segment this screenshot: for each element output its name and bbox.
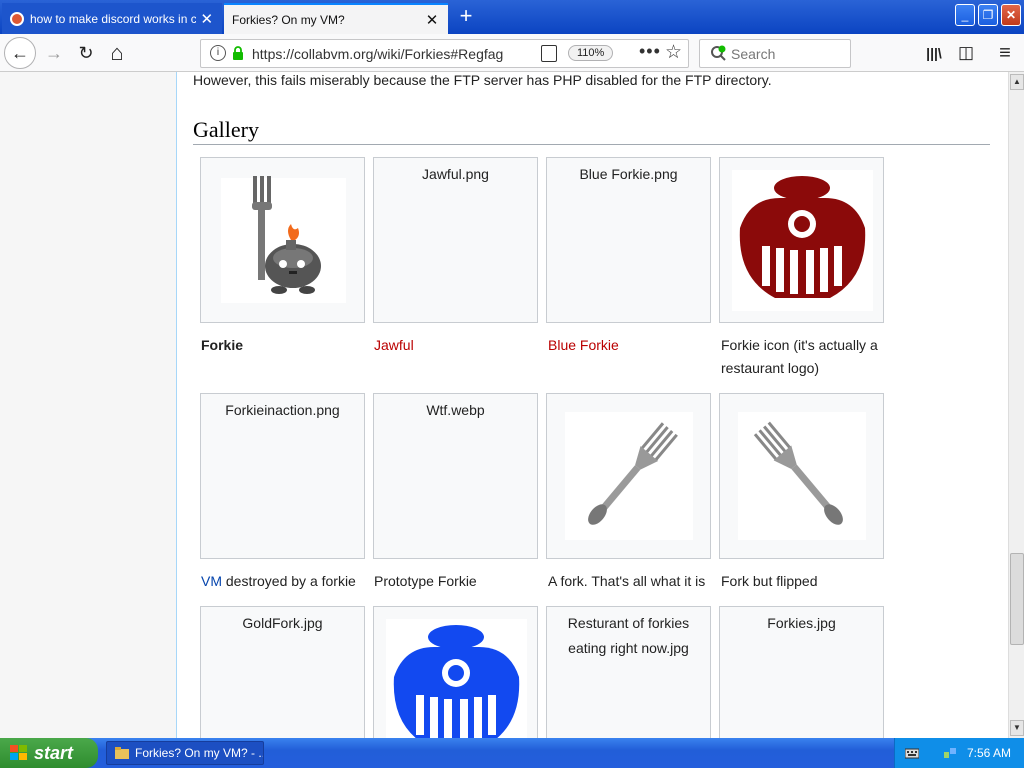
scroll-down-arrow[interactable]: ▼ xyxy=(1010,720,1024,736)
gallery-thumb-goldfork[interactable]: GoldFork.jpg xyxy=(200,606,365,738)
start-button[interactable]: start xyxy=(0,738,98,768)
scroll-up-arrow[interactable]: ▲ xyxy=(1010,74,1024,90)
home-button[interactable]: ⌂ xyxy=(103,39,131,67)
caption-text: Forkie xyxy=(201,337,244,353)
url-bar[interactable]: i https://collabvm.org/wiki/Forkies#Regf… xyxy=(200,39,689,68)
sidebar-icon[interactable]: ◫ xyxy=(955,42,977,64)
reload-button[interactable]: ↻ xyxy=(72,39,100,67)
gallery-thumb-forkies[interactable]: Forkies.jpg xyxy=(719,606,884,738)
gallery-thumb-blue-forkie[interactable]: Blue Forkie.png xyxy=(546,157,711,323)
gallery-thumb-blue-logo[interactable] xyxy=(373,606,538,738)
taskbar: start Forkies? On my VM? - ... 7:56 AM xyxy=(0,738,1024,768)
url-text[interactable]: https://collabvm.org/wiki/Forkies#Regfag xyxy=(252,46,503,62)
clock: 7:56 AM xyxy=(967,746,1012,760)
zoom-indicator[interactable]: 110% xyxy=(568,45,614,61)
network-icon[interactable] xyxy=(943,746,957,760)
vertical-scrollbar[interactable]: ▲ ▼ xyxy=(1008,72,1024,738)
forkie-character-image xyxy=(221,176,346,303)
back-button[interactable]: ← xyxy=(4,37,36,69)
menu-icon[interactable]: ≡ xyxy=(994,42,1016,64)
folder-icon xyxy=(115,747,129,759)
image-filename: Resturant of forkies eating right now.jp… xyxy=(567,615,690,656)
minimize-button[interactable]: _ xyxy=(955,4,975,26)
duckduckgo-icon xyxy=(10,11,24,26)
maximize-button[interactable]: ❐ xyxy=(978,4,998,26)
tab-title: how to make discord works in cvm xyxy=(30,11,196,26)
gallery-thumb-resturant[interactable]: Resturant of forkies eating right now.jp… xyxy=(546,606,711,738)
scrollbar-thumb[interactable] xyxy=(1010,553,1024,645)
tab-forkies[interactable]: Forkies? On my VM? ✕ xyxy=(224,3,448,34)
bookmark-star-icon[interactable]: ☆ xyxy=(665,41,682,64)
gallery-thumb-forkie[interactable] xyxy=(200,157,365,323)
tab-discord[interactable]: how to make discord works in cvm ✕ xyxy=(2,3,222,34)
library-icon[interactable]: |||\ xyxy=(923,42,945,64)
close-tab-icon[interactable]: ✕ xyxy=(424,11,440,29)
caption-forkieinaction: VM destroyed by a forkie xyxy=(201,570,371,593)
keyboard-icon[interactable] xyxy=(905,746,919,760)
caption-text: destroyed by a forkie xyxy=(222,573,356,589)
nav-bar: ← → ↻ ⌂ i https://collabvm.org/wiki/Fork… xyxy=(0,34,1024,72)
info-icon[interactable]: i xyxy=(210,45,226,61)
taskbar-item-firefox[interactable]: Forkies? On my VM? - ... xyxy=(106,741,264,765)
red-logo-image xyxy=(732,170,873,311)
caption-fork-flipped: Fork but flipped xyxy=(721,573,818,589)
fork-flipped-image xyxy=(738,412,866,540)
new-tab-button[interactable]: + xyxy=(454,5,478,29)
gallery-thumb-jawful[interactable]: Jawful.png xyxy=(373,157,538,323)
search-input[interactable]: Search xyxy=(699,39,851,68)
taskbar-item-label: Forkies? On my VM? - ... xyxy=(135,746,264,760)
article-body: However, this fails miserably because th… xyxy=(176,72,1008,738)
lock-icon xyxy=(233,46,243,60)
image-filename: Blue Forkie.png xyxy=(579,166,678,182)
page-actions-icon[interactable]: ••• xyxy=(639,41,661,62)
forward-button[interactable]: → xyxy=(40,39,68,67)
gallery-thumb-forkie-icon[interactable] xyxy=(719,157,884,323)
image-filename: Forkies.jpg xyxy=(767,615,836,631)
close-tab-icon[interactable]: ✕ xyxy=(200,10,214,28)
caption-jawful[interactable]: Jawful xyxy=(374,334,544,357)
gallery-heading: Gallery xyxy=(193,117,990,145)
caption-forkie: Forkie xyxy=(201,334,371,357)
gallery-thumb-forkieinaction[interactable]: Forkieinaction.png xyxy=(200,393,365,559)
tab-title: Forkies? On my VM? xyxy=(232,12,345,27)
caption-prototype-forkie: Prototype Forkie xyxy=(374,573,477,589)
image-filename: GoldFork.jpg xyxy=(242,615,323,631)
blue-logo-image xyxy=(386,619,527,738)
image-filename: Jawful.png xyxy=(422,166,489,182)
windows-logo-icon xyxy=(10,745,27,760)
start-label: start xyxy=(34,743,74,763)
caption-fork: A fork. That's all what it is xyxy=(548,573,706,589)
reader-view-icon[interactable] xyxy=(541,45,557,62)
search-placeholder: Search xyxy=(731,46,776,62)
image-filename: Forkieinaction.png xyxy=(225,402,340,418)
vm-link[interactable]: VM xyxy=(201,573,222,589)
system-tray: 7:56 AM xyxy=(894,738,1024,768)
page-viewport: However, this fails miserably because th… xyxy=(0,72,1008,738)
gallery-thumb-fork-flipped[interactable] xyxy=(719,393,884,559)
caption-forkie-icon: Forkie icon (it's actually a restaurant … xyxy=(721,337,878,376)
search-engine-icon xyxy=(711,45,726,61)
fork-image xyxy=(565,412,693,540)
gallery-thumb-fork[interactable] xyxy=(546,393,711,559)
tab-bar: how to make discord works in cvm ✕ Forki… xyxy=(0,0,1024,34)
gallery-thumb-wtf[interactable]: Wtf.webp xyxy=(373,393,538,559)
image-filename: Wtf.webp xyxy=(426,402,485,418)
caption-blue-forkie[interactable]: Blue Forkie xyxy=(548,334,718,357)
intro-paragraph: However, this fails miserably because th… xyxy=(193,72,772,88)
close-window-button[interactable]: ✕ xyxy=(1001,4,1021,26)
